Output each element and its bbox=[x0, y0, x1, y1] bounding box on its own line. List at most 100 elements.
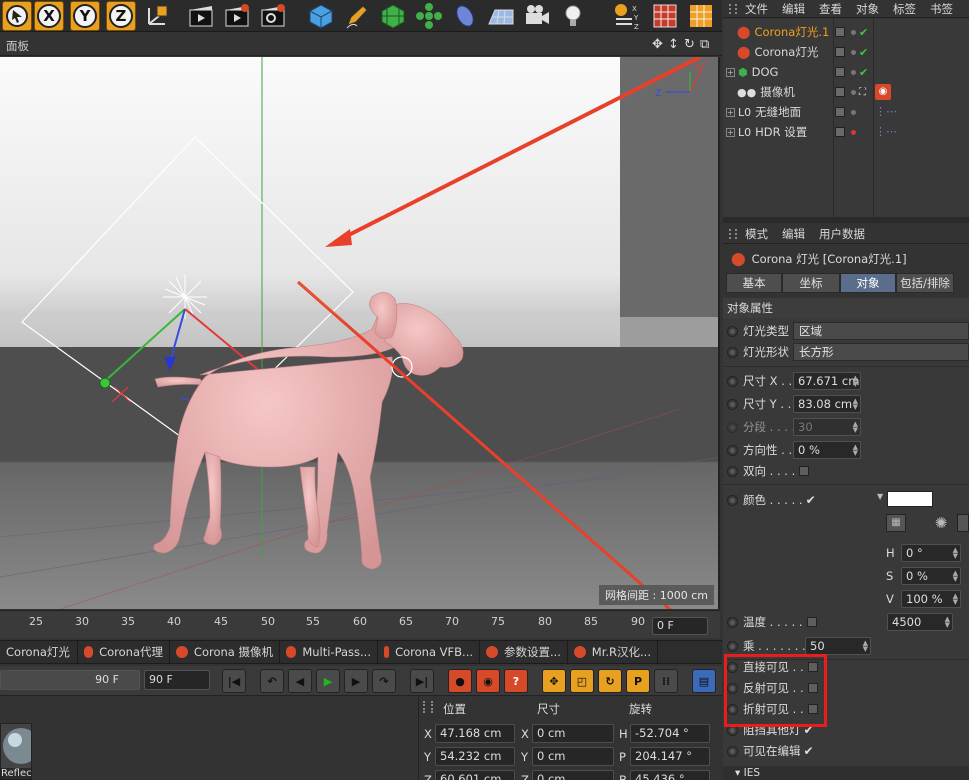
animate-radio[interactable] bbox=[727, 346, 738, 358]
key-rotation-icon[interactable]: ↻ bbox=[598, 669, 622, 693]
animate-radio[interactable] bbox=[727, 616, 738, 628]
key-position-icon[interactable]: ✥ bbox=[542, 669, 566, 693]
object-row-hdr-settings[interactable]: + L0 HDR 设置 ⋮⋯ bbox=[723, 122, 969, 142]
enabled-check-icon[interactable]: ✔ bbox=[859, 66, 868, 79]
editor-visibility-dot[interactable] bbox=[851, 89, 856, 95]
spinner-icon[interactable]: ▲ ▼ bbox=[853, 375, 858, 388]
rotation-p-field[interactable]: 204.147 ° bbox=[630, 747, 710, 766]
corona-icon[interactable] bbox=[686, 1, 716, 31]
camera-target-tag-icon[interactable]: ⛶ bbox=[859, 87, 866, 98]
object-row-corona-light-1[interactable]: ⬤ Corona灯光.1 ✔ bbox=[723, 22, 969, 42]
floor-icon[interactable] bbox=[486, 1, 516, 31]
render-settings-icon[interactable] bbox=[258, 1, 288, 31]
spinner-icon[interactable]: ▲ ▼ bbox=[953, 570, 958, 583]
object-row-camera[interactable]: ●● 摄像机 ⛶ ◉ bbox=[723, 82, 969, 102]
layer-flag[interactable] bbox=[835, 127, 845, 137]
menu-bookmarks[interactable]: 书签 bbox=[930, 1, 953, 17]
animate-radio[interactable] bbox=[727, 444, 738, 456]
rotation-h-field[interactable]: -52.704 ° bbox=[630, 724, 710, 743]
editor-visibility-dot[interactable] bbox=[851, 49, 856, 55]
light-type-select[interactable]: 区域 bbox=[793, 322, 969, 340]
plugin-tab-corona-light[interactable]: Corona灯光 bbox=[0, 641, 78, 663]
menu-edit[interactable]: 编辑 bbox=[782, 1, 805, 17]
animate-radio[interactable] bbox=[727, 745, 738, 757]
render-view-icon[interactable] bbox=[186, 1, 216, 31]
editor-visibility-dot[interactable] bbox=[851, 109, 856, 115]
tab-object[interactable]: 对象 bbox=[840, 273, 896, 293]
cloner-icon[interactable] bbox=[414, 1, 444, 31]
viewport-zoom-icon[interactable]: ↕ bbox=[668, 37, 679, 52]
subdivision-icon[interactable] bbox=[378, 1, 408, 31]
tab-basic[interactable]: 基本 bbox=[726, 273, 782, 293]
layer-flag[interactable] bbox=[835, 87, 845, 97]
animate-radio[interactable] bbox=[727, 375, 738, 387]
panel-divider[interactable] bbox=[723, 217, 969, 223]
visible-in-editor-check-icon[interactable]: ✔ bbox=[804, 744, 814, 758]
viewport-rotate-icon[interactable]: ↻ bbox=[684, 37, 695, 52]
spinner-icon[interactable]: ▲ ▼ bbox=[853, 398, 858, 411]
temperature-checkbox[interactable] bbox=[806, 617, 817, 627]
viewport-maximize-icon[interactable]: ⧉ bbox=[700, 37, 709, 52]
object-row-seamless-floor[interactable]: + L0 无缝地面 ⋮⋯ bbox=[723, 102, 969, 122]
enabled-check-icon[interactable]: ✔ bbox=[859, 46, 868, 59]
timeline-ruler[interactable]: 25 30 35 40 45 50 55 60 65 70 75 80 85 9… bbox=[0, 610, 720, 638]
size-x-field[interactable]: 0 cm bbox=[532, 724, 614, 743]
prev-key-icon[interactable]: ↶ bbox=[260, 669, 284, 693]
menu-mode[interactable]: 模式 bbox=[745, 226, 768, 242]
camera-icon[interactable] bbox=[522, 1, 552, 31]
plugin-tab-mr-r[interactable]: Mr.R汉化... bbox=[568, 641, 658, 663]
animate-radio[interactable] bbox=[727, 494, 738, 506]
cube-icon[interactable] bbox=[306, 1, 336, 31]
play-icon[interactable]: ▶ bbox=[316, 669, 340, 693]
layer-flag[interactable] bbox=[835, 47, 845, 57]
coordinate-system-icon[interactable] bbox=[142, 1, 172, 31]
plugin-tab-multipass[interactable]: Multi-Pass... bbox=[280, 641, 378, 663]
directionality-field[interactable]: 0 % ▲ ▼ bbox=[793, 441, 861, 459]
plugin-tab-corona-camera[interactable]: Corona 摄像机 bbox=[170, 641, 280, 663]
timeline-range-slider[interactable]: 90 F bbox=[0, 670, 140, 690]
expand-icon[interactable]: + bbox=[726, 127, 735, 137]
menu-view[interactable]: 查看 bbox=[819, 1, 842, 17]
color-picker-spectrum-icon[interactable]: ▦ bbox=[886, 514, 906, 532]
menu-objects[interactable]: 对象 bbox=[856, 1, 879, 17]
plugin-tab-parameter-settings[interactable]: 参数设置... bbox=[480, 641, 568, 663]
hue-field[interactable]: 0 ° ▲ ▼ bbox=[901, 544, 961, 562]
end-frame-field[interactable]: 90 F bbox=[144, 670, 210, 690]
color-expand-icon[interactable]: ▼ bbox=[877, 492, 883, 501]
animate-radio[interactable] bbox=[727, 398, 738, 410]
size-x-field[interactable]: 67.671 cm ▲ ▼ bbox=[793, 372, 861, 390]
viewport-scene[interactable]: Z X bbox=[0, 57, 720, 609]
ies-section-header[interactable]: ▾ IES bbox=[723, 766, 969, 780]
position-z-field[interactable]: 60.601 cm bbox=[435, 770, 515, 780]
lock-z-axis-button[interactable]: Z bbox=[106, 1, 136, 31]
key-point-level-icon[interactable]: ⁞⁞ bbox=[654, 669, 678, 693]
texture-icon[interactable] bbox=[650, 1, 680, 31]
editor-visibility-dot[interactable] bbox=[851, 129, 856, 135]
deformer-icon[interactable] bbox=[450, 1, 480, 31]
key-parameter-icon[interactable]: P bbox=[626, 669, 650, 693]
multiplier-field[interactable]: 50 ▲ ▼ bbox=[805, 637, 871, 655]
tab-include-exclude[interactable]: 包括/排除 bbox=[896, 273, 954, 293]
light-shape-select[interactable]: 长方形 bbox=[793, 343, 969, 361]
layer-flag[interactable] bbox=[835, 67, 845, 77]
next-frame-icon[interactable]: ▶ bbox=[344, 669, 368, 693]
object-row-corona-light[interactable]: ⬤ Corona灯光 ✔ bbox=[723, 42, 969, 62]
corona-camera-tag-icon[interactable]: ◉ bbox=[875, 84, 891, 100]
axis-tool-icon[interactable]: XYZ bbox=[612, 1, 642, 31]
position-y-field[interactable]: 54.232 cm bbox=[435, 747, 515, 766]
color-picker-other-icon[interactable] bbox=[957, 514, 969, 532]
temperature-field[interactable]: 4500 ▲ ▼ bbox=[887, 613, 953, 631]
color-check-icon[interactable]: ✔ bbox=[806, 493, 816, 507]
keyframe-selection-icon[interactable]: ? bbox=[504, 669, 528, 693]
plugin-tab-corona-vfb[interactable]: Corona VFB... bbox=[378, 641, 480, 663]
size-y-field[interactable]: 83.08 cm ▲ ▼ bbox=[793, 395, 861, 413]
current-frame-field[interactable]: 0 F bbox=[652, 617, 708, 635]
rotation-b-field[interactable]: 45.436 ° bbox=[630, 770, 710, 780]
record-keys-icon[interactable]: ● bbox=[448, 669, 472, 693]
3d-viewport[interactable]: Z X 网格间距 : 1000 cm bbox=[0, 57, 720, 609]
protection-tag-icon[interactable]: ⋮⋯ bbox=[875, 125, 897, 138]
editor-visibility-dot[interactable] bbox=[851, 69, 856, 75]
goto-start-icon[interactable]: |◀ bbox=[222, 669, 246, 693]
animate-radio[interactable] bbox=[727, 465, 738, 477]
enabled-check-icon[interactable]: ✔ bbox=[859, 26, 868, 39]
